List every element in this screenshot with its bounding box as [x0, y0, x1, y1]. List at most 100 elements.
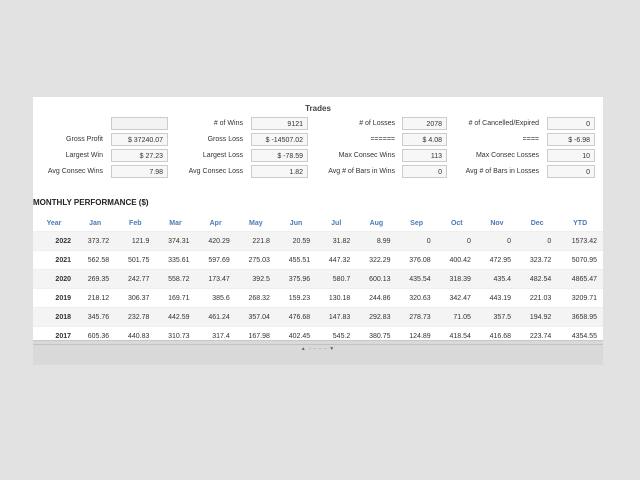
wins-label: # of Wins: [213, 120, 243, 127]
column-header: Jul: [331, 219, 342, 227]
monthly-performance-title: MONTHLY PERFORMANCE ($): [33, 198, 149, 207]
table-cell: 392.5: [235, 269, 276, 289]
table-cell: 130.18: [316, 288, 357, 308]
largest-loss-label: Largest Loss: [202, 152, 243, 159]
max-consec-wins-value: 113: [402, 149, 447, 162]
year-cell: 2018: [33, 307, 75, 327]
largest-loss-value: $ -78.59: [251, 149, 308, 162]
table-cell: 8.99: [356, 231, 397, 251]
resize-handle-icon[interactable]: ▲ - - - - ▼: [33, 346, 603, 352]
avg-win-value: $ 4.08: [402, 133, 447, 146]
table-cell: 0: [517, 231, 558, 251]
table-cell: 318.39: [436, 269, 477, 289]
avg-bars-wins-value: 0: [402, 165, 447, 178]
table-cell: 501.75: [115, 250, 156, 270]
column-header: Sep: [410, 219, 424, 227]
table-cell: 0: [436, 231, 477, 251]
column-header: Jan: [89, 219, 102, 227]
max-consec-losses-label: Max Consec Losses: [475, 152, 539, 159]
avg-consec-wins-value: 7.98: [111, 165, 168, 178]
table-cell: 335.61: [155, 250, 196, 270]
table-cell: 345.76: [75, 307, 116, 327]
table-cell: 244.86: [356, 288, 397, 308]
avg-consec-wins-label: Avg Consec Wins: [47, 168, 103, 175]
table-cell: 385.6: [195, 288, 236, 308]
table-cell: 597.69: [195, 250, 236, 270]
avg-bars-losses-value: 0: [547, 165, 595, 178]
ytd-cell: 3658.95: [557, 307, 603, 327]
monthly-performance-table: Year Jan Feb Mar Apr May Jun Jul Aug Sep…: [33, 215, 603, 345]
table-cell: 268.32: [235, 288, 276, 308]
year-cell: 2020: [33, 269, 75, 289]
table-cell: 242.77: [115, 269, 156, 289]
max-consec-losses-value: 10: [547, 149, 595, 162]
table-cell: 218.12: [75, 288, 116, 308]
avg-loss-value: $ -6.98: [547, 133, 595, 146]
year-cell: 2022: [33, 231, 75, 251]
table-cell: 447.32: [316, 250, 357, 270]
max-consec-wins-label: Max Consec Wins: [338, 152, 395, 159]
table-cell: 221.03: [517, 288, 558, 308]
stat-value: [111, 117, 168, 130]
table-cell: 357.04: [235, 307, 276, 327]
table-cell: 71.05: [436, 307, 477, 327]
table-cell: 278.73: [396, 307, 437, 327]
table-cell: 194.92: [517, 307, 558, 327]
stat-label: [33, 117, 103, 130]
table-cell: 373.72: [75, 231, 116, 251]
table-cell: 275.03: [235, 250, 276, 270]
table-cell: 435.4: [476, 269, 518, 289]
table-cell: 400.42: [436, 250, 477, 270]
table-row: 2018 345.76 232.78 442.59 461.24 357.04 …: [33, 307, 603, 327]
table-row: 2022 373.72 121.9 374.31 420.29 221.8 20…: [33, 231, 603, 251]
ytd-cell: 5070.95: [557, 250, 603, 270]
table-cell: 269.35: [75, 269, 116, 289]
table-cell: 580.7: [316, 269, 357, 289]
column-header: Year: [46, 219, 62, 227]
table-cell: 320.63: [396, 288, 437, 308]
table-cell: 147.83: [316, 307, 357, 327]
ytd-cell: 1573.42: [557, 231, 603, 251]
table-cell: 374.31: [155, 231, 196, 251]
table-cell: 292.83: [356, 307, 397, 327]
trade-stats-grid: # of Wins 9121 # of Losses 2078 # of Can…: [33, 117, 603, 183]
table-row: 2021 562.58 501.75 335.61 597.69 275.03 …: [33, 250, 603, 270]
table-cell: 420.29: [195, 231, 236, 251]
year-cell: 2019: [33, 288, 75, 308]
table-header-row: Year Jan Feb Mar Apr May Jun Jul Aug Sep…: [33, 215, 603, 232]
table-cell: 159.23: [275, 288, 317, 308]
column-header: Dec: [530, 219, 544, 227]
table-cell: 562.58: [75, 250, 116, 270]
column-header: Feb: [129, 219, 142, 227]
avg-loss-label: ====: [522, 136, 539, 143]
table-cell: 558.72: [155, 269, 196, 289]
avg-consec-loss-value: 1.82: [251, 165, 308, 178]
table-row: 2019 218.12 306.37 169.71 385.6 268.32 1…: [33, 288, 603, 308]
resize-bar[interactable]: ▲ - - - - ▼: [33, 340, 603, 365]
table-cell: 435.54: [396, 269, 437, 289]
divider: [33, 344, 603, 345]
column-header: Oct: [450, 219, 463, 227]
table-cell: 442.59: [155, 307, 196, 327]
table-cell: 600.13: [356, 269, 397, 289]
table-cell: 173.47: [195, 269, 236, 289]
table-cell: 306.37: [115, 288, 156, 308]
cancelled-label: # of Cancelled/Expired: [468, 120, 539, 127]
largest-win-label: Largest Win: [65, 152, 103, 159]
trades-title: Trades: [305, 104, 331, 113]
avg-bars-losses-label: Avg # of Bars in Losses: [465, 168, 539, 175]
table-cell: 20.59: [275, 231, 317, 251]
year-cell: 2021: [33, 250, 75, 270]
column-header: Apr: [209, 219, 222, 227]
table-cell: 232.78: [115, 307, 156, 327]
avg-consec-loss-label: Avg Consec Loss: [188, 168, 243, 175]
avg-bars-wins-label: Avg # of Bars in Wins: [328, 168, 395, 175]
column-header: YTD: [573, 219, 588, 227]
trades-panel: Trades # of Wins 9121 # of Losses 2078 #…: [33, 97, 603, 364]
table-cell: 0: [476, 231, 518, 251]
gross-loss-label: Gross Loss: [207, 136, 243, 143]
table-cell: 221.8: [235, 231, 276, 251]
column-header: Jun: [289, 219, 303, 227]
losses-value: 2078: [402, 117, 447, 130]
table-cell: 323.72: [517, 250, 558, 270]
